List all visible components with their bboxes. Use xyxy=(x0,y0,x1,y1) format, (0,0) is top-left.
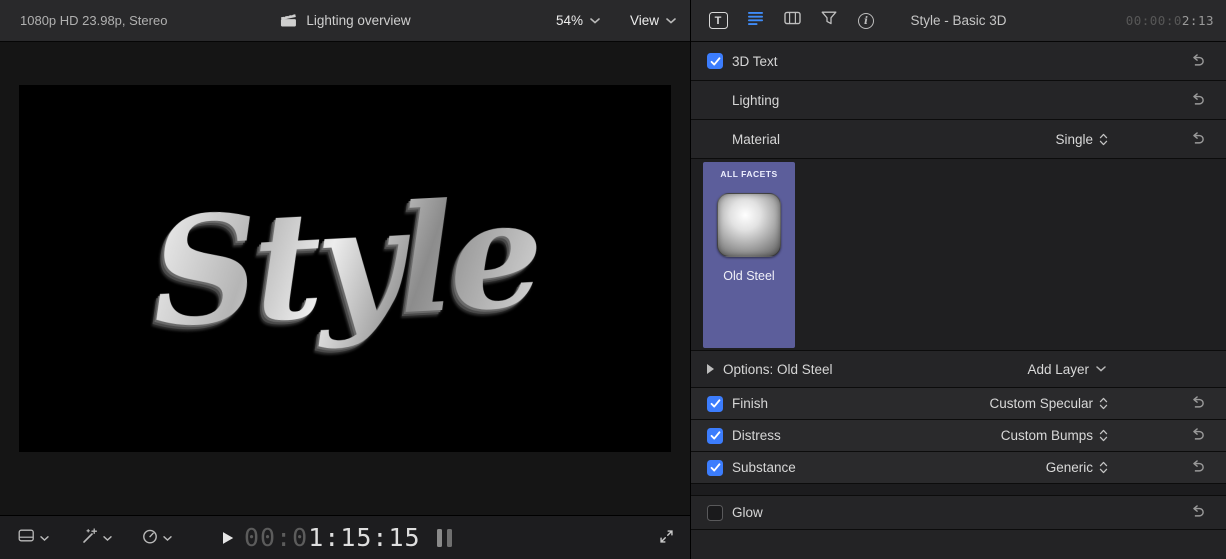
chevron-down-icon xyxy=(590,18,600,24)
magic-wand-icon xyxy=(82,528,98,549)
3d-text-label: 3D Text xyxy=(732,54,778,69)
row-3d-text: 3D Text xyxy=(691,42,1226,81)
substance-reset-button[interactable] xyxy=(1182,460,1212,475)
finish-popup-value: Custom Specular xyxy=(989,396,1093,411)
distress-reset-button[interactable] xyxy=(1182,428,1212,443)
row-material-options: Options: Old Steel Add Layer xyxy=(691,351,1226,388)
viewer-pane: 1080p HD 23.98p, Stereo Lighting overvie… xyxy=(0,0,690,559)
finish-popup[interactable]: Custom Specular xyxy=(989,396,1108,411)
substance-popup-value: Generic xyxy=(1046,460,1093,475)
row-glow: Glow xyxy=(691,496,1226,530)
facets-label: ALL FACETS xyxy=(720,169,777,179)
options-label: Options: Old Steel xyxy=(723,362,833,377)
enhancements-menu[interactable] xyxy=(82,528,112,549)
tab-color-inspector[interactable] xyxy=(818,11,840,31)
info-icon: i xyxy=(858,13,874,29)
finish-checkbox[interactable] xyxy=(707,396,723,412)
row-distress: Distress Custom Bumps xyxy=(691,420,1226,452)
audio-meters-button[interactable] xyxy=(437,529,452,547)
material-reset-button[interactable] xyxy=(1182,132,1212,147)
text-lines-icon xyxy=(747,11,764,30)
finish-reset-button[interactable] xyxy=(1182,396,1212,411)
viewer-content: Style xyxy=(0,42,690,515)
timecode-hours: 00:0 xyxy=(244,523,308,552)
view-menu[interactable]: View xyxy=(630,13,676,28)
play-button[interactable] xyxy=(222,531,234,545)
material-name: Old Steel xyxy=(723,269,774,283)
updown-chevrons-icon xyxy=(1099,460,1108,475)
chevron-down-icon xyxy=(163,536,172,541)
chevron-down-icon xyxy=(666,18,676,24)
distress-popup-value: Custom Bumps xyxy=(1001,428,1093,443)
row-finish: Finish Custom Specular xyxy=(691,388,1226,420)
zoom-menu[interactable]: 54% xyxy=(556,13,600,28)
updown-chevrons-icon xyxy=(1099,428,1108,443)
inspector-title: Style - Basic 3D xyxy=(910,13,1006,28)
substance-popup[interactable]: Generic xyxy=(1046,460,1108,475)
tab-info-inspector[interactable]: i xyxy=(855,11,877,31)
inspector-tabs: T i xyxy=(707,11,877,31)
viewer-toolbar: 1080p HD 23.98p, Stereo Lighting overvie… xyxy=(0,0,690,42)
glow-checkbox[interactable] xyxy=(707,505,723,521)
project-title: Lighting overview xyxy=(306,13,410,28)
updown-chevrons-icon xyxy=(1099,396,1108,411)
3d-text-reset-button[interactable] xyxy=(1182,54,1212,69)
disclosure-triangle-icon[interactable] xyxy=(707,364,714,374)
tab-text-format[interactable] xyxy=(744,11,766,31)
section-divider xyxy=(691,484,1226,496)
lighting-reset-button[interactable] xyxy=(1182,93,1212,108)
row-substance: Substance Generic xyxy=(691,452,1226,484)
chevron-down-icon xyxy=(40,536,49,541)
tab-text-inspector[interactable]: T xyxy=(707,11,729,31)
inspector-timecode: 00:00:02:13 xyxy=(1126,13,1214,28)
text-inspector-icon: T xyxy=(709,12,728,29)
substance-label: Substance xyxy=(732,460,796,475)
updown-chevrons-icon xyxy=(1099,132,1108,147)
material-well: ALL FACETS Old Steel xyxy=(691,159,1226,351)
display-options-menu[interactable] xyxy=(18,528,49,548)
viewer-bottom-toolbar: 00:01:15:15 xyxy=(0,515,690,559)
view-label: View xyxy=(630,13,659,28)
material-popup-value: Single xyxy=(1055,132,1093,147)
material-label: Material xyxy=(732,132,780,147)
project-title-group: Lighting overview xyxy=(279,13,410,28)
display-options-icon xyxy=(18,528,35,548)
retime-menu[interactable] xyxy=(142,528,172,549)
expand-icon[interactable] xyxy=(659,529,674,544)
tab-video-inspector[interactable] xyxy=(781,11,803,31)
app-window: 1080p HD 23.98p, Stereo Lighting overvie… xyxy=(0,0,1226,559)
clapperboard-icon xyxy=(279,13,297,28)
inspector-toolbar: T i Style - Basic 3D 00:00:02:13 xyxy=(691,0,1226,42)
inspector-timecode-dim: 00:00:0 xyxy=(1126,13,1182,28)
inspector-pane: T i Style - Basic 3D 00:00:02:13 3D Text… xyxy=(690,0,1226,559)
finish-label: Finish xyxy=(732,396,768,411)
material-swatch-selected[interactable]: ALL FACETS Old Steel xyxy=(703,162,795,348)
inspector-timecode-bright: 2:13 xyxy=(1182,13,1214,28)
chevron-down-icon xyxy=(1096,366,1106,372)
timecode-current: 1:15:15 xyxy=(308,523,420,552)
distress-checkbox[interactable] xyxy=(707,428,723,444)
canvas[interactable]: Style xyxy=(19,85,671,452)
glow-label: Glow xyxy=(732,505,763,520)
substance-checkbox[interactable] xyxy=(707,460,723,476)
material-popup[interactable]: Single xyxy=(1055,132,1108,147)
video-inspector-icon xyxy=(784,11,801,30)
zoom-value: 54% xyxy=(556,13,583,28)
funnel-icon xyxy=(821,11,837,30)
add-layer-menu[interactable]: Add Layer xyxy=(1027,362,1106,377)
speedometer-icon xyxy=(142,528,158,549)
timecode-display[interactable]: 00:01:15:15 xyxy=(244,523,421,552)
row-material: Material Single xyxy=(691,120,1226,159)
add-layer-label: Add Layer xyxy=(1027,362,1089,377)
lighting-label: Lighting xyxy=(732,93,779,108)
format-label: 1080p HD 23.98p, Stereo xyxy=(20,13,167,28)
glow-reset-button[interactable] xyxy=(1182,505,1212,520)
material-preview-sphere xyxy=(717,193,781,257)
row-lighting: Lighting xyxy=(691,81,1226,120)
chevron-down-icon xyxy=(103,536,112,541)
3d-text-checkbox[interactable] xyxy=(707,53,723,69)
distress-popup[interactable]: Custom Bumps xyxy=(1001,428,1108,443)
3d-title-text: Style xyxy=(147,166,542,360)
distress-label: Distress xyxy=(732,428,781,443)
